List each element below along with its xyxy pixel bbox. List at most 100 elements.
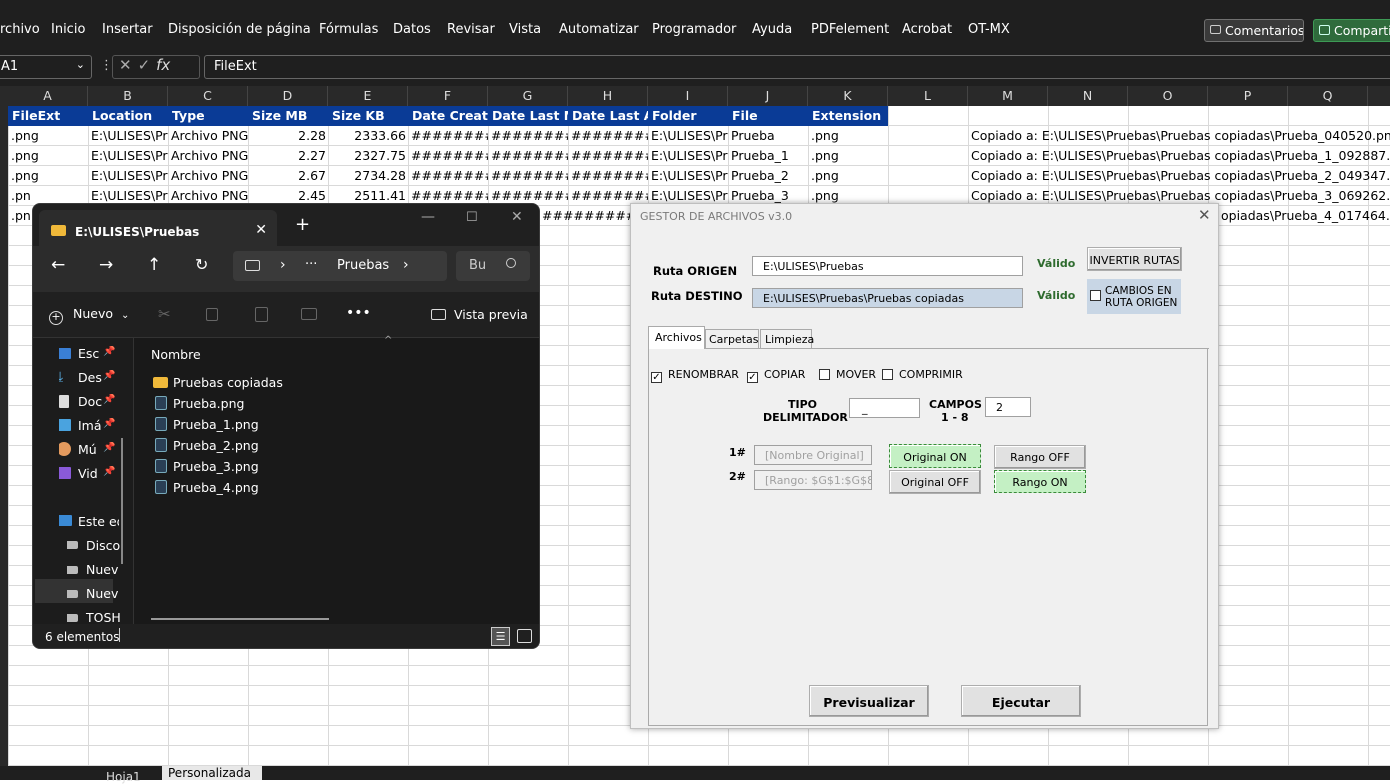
- table-cell[interactable]: E:\ULISES\Pr: [649, 166, 728, 186]
- formula-input[interactable]: FileExt: [204, 55, 1390, 79]
- new-button[interactable]: + Nuevo ⌄: [49, 306, 129, 325]
- tiles-view-icon[interactable]: [517, 629, 532, 643]
- copiar-checkbox[interactable]: ✓ COPIAR: [747, 368, 805, 383]
- menu-ayuda[interactable]: Ayuda: [752, 22, 792, 37]
- table-cell[interactable]: ##########: [489, 146, 568, 166]
- tab-limpieza[interactable]: Limpieza: [760, 329, 814, 349]
- list-item[interactable]: Prueba_1.png: [155, 417, 259, 432]
- col-header[interactable]: K: [808, 86, 888, 106]
- horizontal-scrollbar[interactable]: [151, 618, 329, 620]
- table-header[interactable]: Folder: [650, 106, 728, 126]
- share-button[interactable]: Comparti: [1313, 19, 1390, 42]
- pin-icon[interactable]: 📌: [103, 418, 115, 429]
- breadcrumb-pruebas[interactable]: Pruebas: [337, 258, 389, 273]
- preview-button[interactable]: Vista previa: [431, 307, 528, 322]
- col-header[interactable]: B: [88, 86, 168, 106]
- list-item[interactable]: Pruebas copiadas: [153, 375, 283, 390]
- new-tab-icon[interactable]: +: [295, 214, 310, 235]
- menu-programador[interactable]: Programador: [652, 22, 736, 37]
- table-cell[interactable]: E:\ULISES\Pr: [89, 166, 168, 186]
- back-arrow-icon[interactable]: ←: [51, 255, 65, 275]
- enter-icon[interactable]: ✓: [138, 56, 157, 74]
- table-cell[interactable]: 2.27: [249, 146, 328, 166]
- col-header[interactable]: N: [1048, 86, 1128, 106]
- table-header[interactable]: Extension: [810, 106, 888, 126]
- sidebar-item-selected[interactable]: Nuev: [67, 586, 127, 601]
- table-cell[interactable]: ##########: [409, 146, 488, 166]
- details-view-icon[interactable]: ☰: [491, 627, 510, 646]
- table-cell[interactable]: ##########: [569, 126, 648, 146]
- address-bar[interactable]: › ··· Pruebas ›: [233, 251, 447, 281]
- rango-off-button[interactable]: Rango OFF: [994, 445, 1086, 469]
- table-header[interactable]: FileExt: [10, 106, 88, 126]
- insert-function-button[interactable]: fx: [156, 56, 170, 74]
- invertir-rutas-button[interactable]: INVERTIR RUTAS: [1087, 247, 1182, 271]
- ruta-origen-input[interactable]: E:\ULISES\Pruebas: [752, 256, 1023, 276]
- col-header[interactable]: Q: [1288, 86, 1368, 106]
- col-header[interactable]: M: [968, 86, 1048, 106]
- sidebar-item[interactable]: Esc 📌: [59, 346, 119, 361]
- table-header[interactable]: Size MB: [250, 106, 328, 126]
- list-item[interactable]: Prueba_4.png: [155, 480, 259, 495]
- up-arrow-icon[interactable]: ↑: [147, 255, 161, 275]
- pin-icon[interactable]: 📌: [103, 394, 115, 405]
- table-cell[interactable]: ##########: [489, 126, 568, 146]
- table-cell[interactable]: .png: [9, 146, 88, 166]
- search-box[interactable]: Bu: [456, 251, 530, 281]
- table-header[interactable]: Date Create: [410, 106, 488, 126]
- table-cell[interactable]: .pn: [9, 206, 31, 226]
- col-header[interactable]: C: [168, 86, 248, 106]
- sheet-tab-personalizada[interactable]: Personalizada: [162, 766, 262, 780]
- ruta-destino-input[interactable]: E:\ULISES\Pruebas\Pruebas copiadas: [752, 288, 1023, 308]
- table-header[interactable]: Location: [90, 106, 168, 126]
- rango-on-button[interactable]: Rango ON: [994, 470, 1086, 493]
- col-header[interactable]: E: [328, 86, 408, 106]
- copy-icon[interactable]: [206, 308, 218, 321]
- col-header[interactable]: L: [888, 86, 968, 106]
- paste-icon[interactable]: [255, 307, 268, 322]
- menu-ot-mx[interactable]: OT-MX: [968, 22, 1010, 37]
- close-icon[interactable]: ✕: [1198, 206, 1211, 224]
- col-header[interactable]: I: [648, 86, 728, 106]
- table-cell[interactable]: ##########: [489, 166, 568, 186]
- table-cell[interactable]: ##########: [409, 126, 488, 146]
- table-cell[interactable]: .png: [809, 126, 888, 146]
- tab-carpetas[interactable]: Carpetas: [705, 329, 759, 349]
- menu-acrobat[interactable]: Acrobat: [902, 22, 952, 37]
- comments-button[interactable]: Comentarios: [1204, 19, 1304, 42]
- table-header[interactable]: Size KB: [330, 106, 408, 126]
- sidebar-item[interactable]: Imá 📌: [59, 418, 119, 433]
- table-cell[interactable]: E:\ULISES\Pr: [89, 146, 168, 166]
- table-cell[interactable]: ##########: [569, 166, 648, 186]
- table-cell[interactable]: 2.67: [249, 166, 328, 186]
- sidebar-item[interactable]: ⤓Des📌: [59, 370, 119, 385]
- table-cell[interactable]: Copiado a: E:\ULISES\Pruebas\Pruebas cop…: [969, 166, 1390, 186]
- campos-input[interactable]: 2: [985, 397, 1031, 417]
- table-cell[interactable]: Prueba_1: [729, 146, 808, 166]
- menu-datos[interactable]: Datos: [393, 22, 431, 37]
- more-icon[interactable]: •••: [346, 305, 371, 321]
- table-cell[interactable]: Copiado a: E:\ULISES\Pruebas\Pruebas cop…: [969, 126, 1390, 146]
- cambios-ruta-checkbox[interactable]: CAMBIOS EN RUTA ORIGEN: [1087, 279, 1181, 314]
- col-header[interactable]: G: [488, 86, 568, 106]
- menu-disposicion[interactable]: Disposición de página: [168, 22, 311, 37]
- table-cell[interactable]: Archivo PNG: [169, 126, 248, 146]
- table-cell[interactable]: ##########: [540, 206, 630, 226]
- forward-arrow-icon[interactable]: →: [99, 255, 113, 275]
- original-off-button[interactable]: Original OFF: [889, 470, 981, 494]
- ellipsis-icon[interactable]: ···: [305, 257, 317, 272]
- renombrar-checkbox[interactable]: ✓ RENOMBRAR: [651, 368, 739, 383]
- maximize-icon[interactable]: ☐: [466, 210, 478, 225]
- table-cell[interactable]: Copiado a: E:\ULISES\Pruebas\Pruebas cop…: [969, 146, 1390, 166]
- sidebar-item[interactable]: Vid 📌: [59, 466, 119, 481]
- table-cell[interactable]: 2734.28: [329, 166, 408, 186]
- sheet-tab-hoja1[interactable]: Hoja1: [106, 770, 141, 784]
- explorer-tab[interactable]: E:\ULISES\Pruebas ✕: [39, 210, 277, 246]
- field2-input[interactable]: [Rango: $G$1:$G$8]: [754, 470, 872, 490]
- execute-button[interactable]: Ejecutar: [961, 685, 1081, 717]
- table-header[interactable]: Date Last Mo: [490, 106, 568, 126]
- table-cell[interactable]: .png: [809, 166, 888, 186]
- menu-pdfelement[interactable]: PDFelement: [811, 22, 889, 37]
- name-box[interactable]: A1 ⌄: [0, 55, 92, 79]
- col-header[interactable]: J: [728, 86, 808, 106]
